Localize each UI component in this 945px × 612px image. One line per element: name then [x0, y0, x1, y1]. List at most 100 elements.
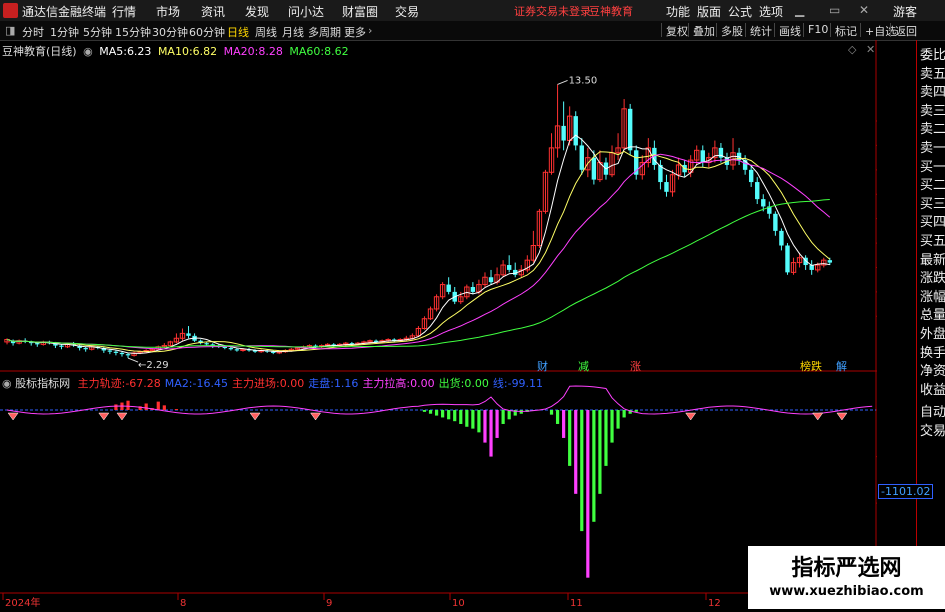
side-panel-item[interactable]: 卖一 [920, 137, 945, 156]
ma10-line [7, 152, 830, 352]
side-panel-item[interactable]: 换手 [920, 342, 945, 361]
chart-area[interactable]: 12.0011.0010.009.008.007.006.005.004.001… [0, 40, 877, 609]
side-panel-item[interactable]: 卖二 [920, 118, 945, 137]
side-panel-item[interactable]: 卖五 [920, 63, 945, 82]
tf-5min[interactable]: 5分钟 [83, 24, 112, 40]
tool-biaoji[interactable]: 标记 [830, 23, 857, 37]
indicator-bar [157, 402, 160, 410]
indicator-value-label: 线: [493, 377, 508, 390]
ma60-line [7, 200, 830, 348]
tool-fanhui[interactable]: 返回 [890, 23, 917, 37]
event-marker: 解 [836, 359, 847, 373]
indicator-value: -16.45 [193, 377, 228, 390]
close-chart-icon[interactable]: ✕ [866, 43, 875, 56]
side-panel-item[interactable]: 卖三 [920, 100, 945, 119]
ma5-label: MA5: [99, 45, 127, 58]
indicator-bar [502, 410, 505, 424]
side-panel-item[interactable]: 总量 [920, 304, 945, 323]
close-icon[interactable]: ✕ [859, 3, 869, 17]
tf-15min[interactable]: 15分钟 [115, 24, 151, 40]
tool-fuquan[interactable]: 复权 [661, 23, 688, 37]
side-panel-item[interactable]: 买一 [920, 156, 945, 175]
tf-60min[interactable]: 60分钟 [189, 24, 225, 40]
indicator-bar [423, 410, 426, 412]
side-panel-item[interactable]: 最新 [920, 249, 945, 268]
indicator-value-label: 主力进场: [232, 377, 280, 390]
side-panel-item[interactable]: 涨跌 [920, 267, 945, 286]
indicator-bar [586, 410, 589, 578]
channel-notice[interactable]: 豆神教育 [589, 3, 633, 19]
tf-daily[interactable]: 日线 [227, 24, 249, 40]
buy-signal-icon [686, 413, 696, 420]
login-notice[interactable]: 证券交易未登录 [514, 3, 591, 19]
tool-f10[interactable]: F10 [803, 23, 828, 37]
chevron-right-icon[interactable]: › [368, 24, 372, 37]
menu-item-hangqing[interactable]: 行情 [112, 3, 136, 20]
event-marker: 涨 [630, 360, 641, 373]
tf-monthly[interactable]: 月线 [282, 24, 304, 40]
user-label[interactable]: 游客 [893, 3, 917, 20]
tool-duogu[interactable]: 多股 [716, 23, 743, 37]
indicator-bar [562, 410, 565, 438]
candle-body [120, 353, 124, 354]
low-marker-line [128, 358, 138, 362]
panel-toggle-icon[interactable]: ◨ [5, 24, 15, 37]
candle-body [126, 354, 130, 355]
tf-weekly[interactable]: 周线 [255, 24, 277, 40]
indicator-settings-icon[interactable]: ◉ [2, 377, 12, 390]
menu-xuanxiang[interactable]: 选项 [759, 3, 783, 20]
event-marker: 榜跌 [800, 359, 822, 373]
menu-item-wenxiaoda[interactable]: 问小达 [288, 3, 324, 20]
watermark-logo: 指标严选网 www.xuezhibiao.com [748, 546, 945, 609]
side-panel-item[interactable]: 净资 [920, 360, 945, 379]
settings-icon[interactable]: ◉ [83, 45, 93, 58]
menu-item-jiaoyi[interactable]: 交易 [395, 3, 419, 20]
side-panel-item[interactable]: 自动 [920, 401, 945, 420]
side-panel-item[interactable]: 涨幅 [920, 286, 945, 305]
menu-gongneng[interactable]: 功能 [666, 3, 690, 20]
candle-body [785, 246, 789, 273]
restore-icon[interactable]: ▭ [829, 3, 840, 17]
side-panel-item[interactable]: 买二 [920, 174, 945, 193]
diamond-icon[interactable]: ◇ [848, 43, 856, 56]
tool-tongji[interactable]: 统计 [745, 23, 772, 37]
date-tick-label: 12 [708, 598, 721, 609]
tool-diejia[interactable]: 叠加 [688, 23, 715, 37]
tool-huaxian[interactable]: 画线 [774, 23, 801, 37]
buy-signal-icon [99, 413, 109, 420]
tf-30min[interactable]: 30分钟 [152, 24, 188, 40]
date-tick-label: 9 [326, 598, 332, 609]
indicator-name: 股标指标网 [15, 377, 70, 390]
indicator-bar [635, 410, 638, 412]
tf-fenshi[interactable]: 分时 [22, 24, 44, 40]
minimize-icon[interactable]: ▁ [795, 3, 804, 17]
menu-banmian[interactable]: 版面 [697, 3, 721, 20]
side-panel-item[interactable]: 卖四 [920, 81, 945, 100]
menu-item-zixun[interactable]: 资讯 [201, 3, 225, 20]
date-tick-label: 10 [452, 598, 465, 609]
candle-body [701, 150, 705, 162]
quote-side-panel: 委比卖五卖四卖三卖二卖一买一买二买三买四买五最新涨跌涨幅总量外盘换手净资收益自动… [916, 40, 945, 609]
side-panel-item[interactable]: 买三 [920, 193, 945, 212]
menu-item-caifuquan[interactable]: 财富圈 [342, 3, 378, 20]
event-marker: 减 [578, 360, 589, 373]
side-panel-item[interactable]: 收益 [920, 379, 945, 398]
side-panel-item[interactable]: 交易 [920, 420, 945, 439]
event-marker: 财 [537, 359, 548, 373]
side-panel-item[interactable]: 委比 [920, 44, 945, 63]
tf-multi[interactable]: 多周期 [308, 24, 341, 40]
menu-gongshi[interactable]: 公式 [728, 3, 752, 20]
menu-item-shichang[interactable]: 市场 [156, 3, 180, 20]
tf-more[interactable]: 更多 [344, 24, 366, 40]
indicator-bar [459, 410, 462, 424]
tf-1min[interactable]: 1分钟 [50, 24, 79, 40]
buy-signal-icon [117, 413, 127, 420]
side-panel-item[interactable]: 买五 [920, 230, 945, 249]
indicator-bar [163, 405, 166, 410]
side-panel-item[interactable]: 外盘 [920, 323, 945, 342]
indicator-value-label: 主力轨迹: [78, 377, 126, 390]
kline-chart[interactable]: 12.0011.0010.009.008.007.006.005.004.001… [0, 40, 877, 609]
candle-body [664, 182, 668, 192]
side-panel-item[interactable]: 买四 [920, 211, 945, 230]
menu-item-faxian[interactable]: 发现 [245, 3, 269, 20]
